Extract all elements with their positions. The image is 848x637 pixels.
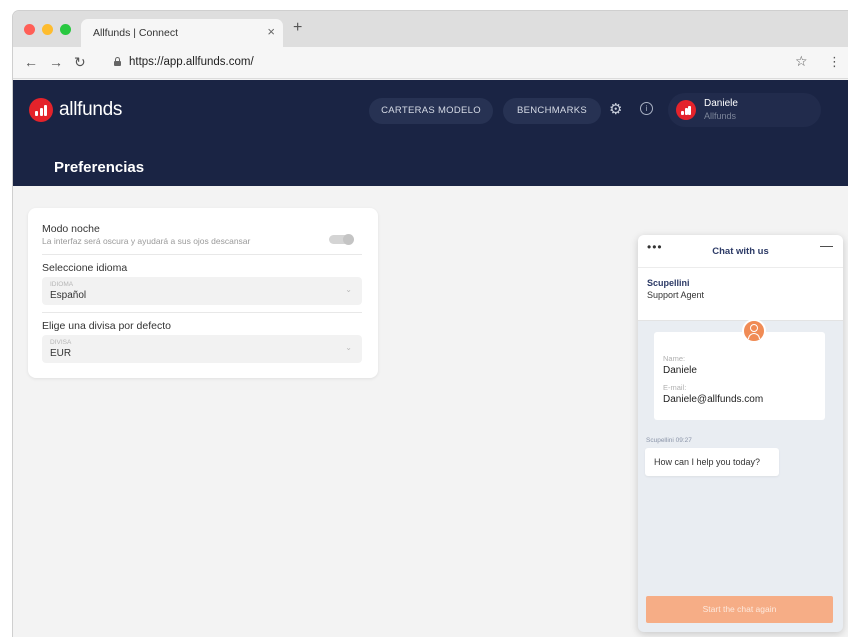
night-mode-toggle[interactable] [329, 234, 354, 245]
page-title: Preferencias [54, 159, 145, 176]
toggle-knob [343, 234, 354, 245]
allfunds-logo-icon [29, 98, 53, 122]
language-label: Seleccione idioma [42, 262, 128, 274]
new-tab-icon[interactable]: + [293, 19, 302, 37]
main-content: Modo noche La interfaz será oscura y ayu… [13, 186, 848, 637]
brand-name: allfunds [59, 99, 123, 120]
preferences-card: Modo noche La interfaz será oscura y ayu… [28, 208, 378, 378]
user-menu[interactable]: Daniele Allfunds [668, 93, 821, 127]
chat-message: How can I help you today? [645, 448, 779, 476]
star-icon[interactable]: ☆ [795, 53, 808, 70]
chat-header: ••• Chat with us — Scupellini Support Ag… [638, 235, 843, 321]
forward-icon[interactable]: → [49, 54, 63, 70]
browser-window: Allfunds | Connect × + ← → ↻ https://app… [13, 11, 848, 637]
minimize-window-icon[interactable] [42, 24, 53, 35]
message-meta: Scupellini 09:27 [646, 437, 692, 444]
app-header: allfunds CARTERAS MODELO BENCHMARKS ⚙ i … [13, 80, 848, 186]
currency-select[interactable]: DIVISA EUR ⌄ [42, 335, 362, 363]
message-text: How can I help you today? [654, 457, 761, 467]
currency-caption: DIVISA [50, 339, 72, 346]
browser-tab[interactable]: Allfunds | Connect × [81, 19, 283, 47]
minimize-chat-icon[interactable]: — [820, 238, 833, 253]
language-caption: IDIOMA [50, 281, 74, 288]
back-icon[interactable]: ← [24, 54, 38, 70]
carteras-modelo-button[interactable]: CARTERAS MODELO [369, 98, 493, 124]
reload-icon[interactable]: ↻ [74, 54, 86, 71]
user-info-card: Name: Daniele E-mail: Daniele@allfunds.c… [654, 319, 825, 420]
agent-name: Scupellini [647, 278, 690, 288]
info-icon[interactable]: i [640, 102, 653, 115]
tab-title: Allfunds | Connect [93, 27, 179, 39]
name-label: Name: [663, 354, 686, 363]
divider [42, 312, 362, 313]
chevron-down-icon: ⌄ [345, 285, 352, 294]
user-name: Daniele [704, 98, 738, 109]
chevron-down-icon: ⌄ [345, 343, 352, 352]
address-bar: ← → ↻ https://app.allfunds.com/ ☆ ⋮ [13, 47, 848, 79]
user-org: Allfunds [704, 111, 737, 121]
restart-chat-button[interactable]: Start the chat again [646, 596, 833, 623]
language-value: Español [50, 290, 87, 301]
url-text: https://app.allfunds.com/ [129, 56, 254, 68]
user-logo-icon [676, 100, 696, 120]
night-mode-hint: La interfaz será oscura y ayudará a sus … [42, 236, 251, 246]
close-window-icon[interactable] [24, 24, 35, 35]
user-avatar-icon [742, 319, 766, 343]
night-mode-label: Modo noche [42, 223, 100, 235]
email-value: Daniele@allfunds.com [663, 394, 764, 405]
tab-close-icon[interactable]: × [267, 24, 275, 39]
language-select[interactable]: IDIOMA Español ⌄ [42, 277, 362, 305]
divider [638, 267, 843, 268]
chat-widget: ••• Chat with us — Scupellini Support Ag… [638, 235, 843, 632]
maximize-window-icon[interactable] [60, 24, 71, 35]
benchmarks-button[interactable]: BENCHMARKS [503, 98, 601, 124]
kebab-menu-icon[interactable]: ⋮ [828, 54, 841, 70]
email-label: E-mail: [663, 383, 687, 392]
gear-icon[interactable]: ⚙ [609, 100, 622, 118]
divider [42, 254, 362, 255]
agent-role: Support Agent [647, 290, 705, 300]
chat-title: Chat with us [712, 246, 769, 257]
currency-label: Elige una divisa por defecto [42, 320, 171, 332]
currency-value: EUR [50, 348, 72, 359]
lock-icon [114, 57, 121, 66]
url-field[interactable]: https://app.allfunds.com/ [99, 52, 789, 74]
name-value: Daniele [663, 365, 697, 376]
tab-strip: Allfunds | Connect × + [13, 11, 848, 47]
